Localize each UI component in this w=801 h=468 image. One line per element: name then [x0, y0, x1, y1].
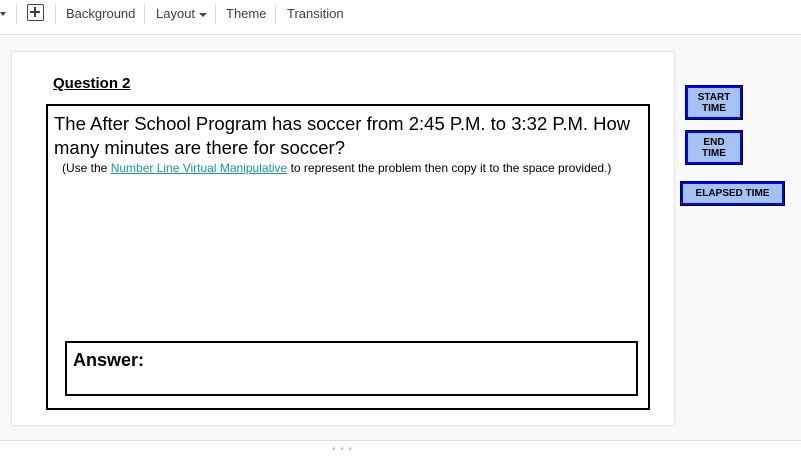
question-title[interactable]: Question 2	[53, 75, 131, 92]
toolbar-separator	[55, 4, 56, 24]
layout-button[interactable]: Layout	[156, 6, 208, 21]
toolbar-separator	[144, 4, 145, 24]
layout-label: Layout	[156, 6, 196, 21]
transition-button[interactable]: Transition	[287, 6, 344, 21]
caret-down-icon[interactable]	[0, 12, 6, 16]
question-text[interactable]: The After School Program has soccer from…	[54, 112, 644, 160]
question-box[interactable]: The After School Program has soccer from…	[46, 104, 650, 410]
elapsed-time-button[interactable]: ELAPSED TIME	[680, 181, 785, 206]
chevron-down-icon	[199, 12, 208, 17]
toolbar-separator	[215, 4, 216, 24]
toolbar-separator	[275, 4, 276, 24]
start-time-button[interactable]: START TIME	[685, 85, 743, 120]
answer-box[interactable]: Answer:	[65, 341, 638, 396]
slide-canvas[interactable]: Question 2 The After School Program has …	[12, 52, 674, 425]
end-time-button[interactable]: END TIME	[685, 130, 743, 165]
end-time-label: END TIME	[702, 136, 726, 159]
speaker-notes-area[interactable]	[0, 441, 801, 468]
start-time-label: START TIME	[697, 91, 731, 114]
elapsed-time-label: ELAPSED TIME	[695, 188, 770, 199]
toolbar-separator	[16, 4, 17, 24]
number-line-link[interactable]: Number Line Virtual Manipulative	[111, 161, 288, 175]
instruction-note[interactable]: (Use the Number Line Virtual Manipulativ…	[62, 161, 611, 175]
answer-label: Answer:	[73, 350, 145, 370]
note-prefix: (Use the	[62, 161, 111, 175]
toolbar: Background Layout Theme Transition	[0, 0, 801, 28]
background-button[interactable]: Background	[66, 6, 135, 21]
theme-button[interactable]: Theme	[226, 6, 266, 21]
note-suffix: to represent the problem then copy it to…	[287, 161, 612, 175]
resize-handle-icon[interactable]: • • •	[332, 444, 353, 455]
add-box-icon[interactable]	[27, 4, 44, 21]
